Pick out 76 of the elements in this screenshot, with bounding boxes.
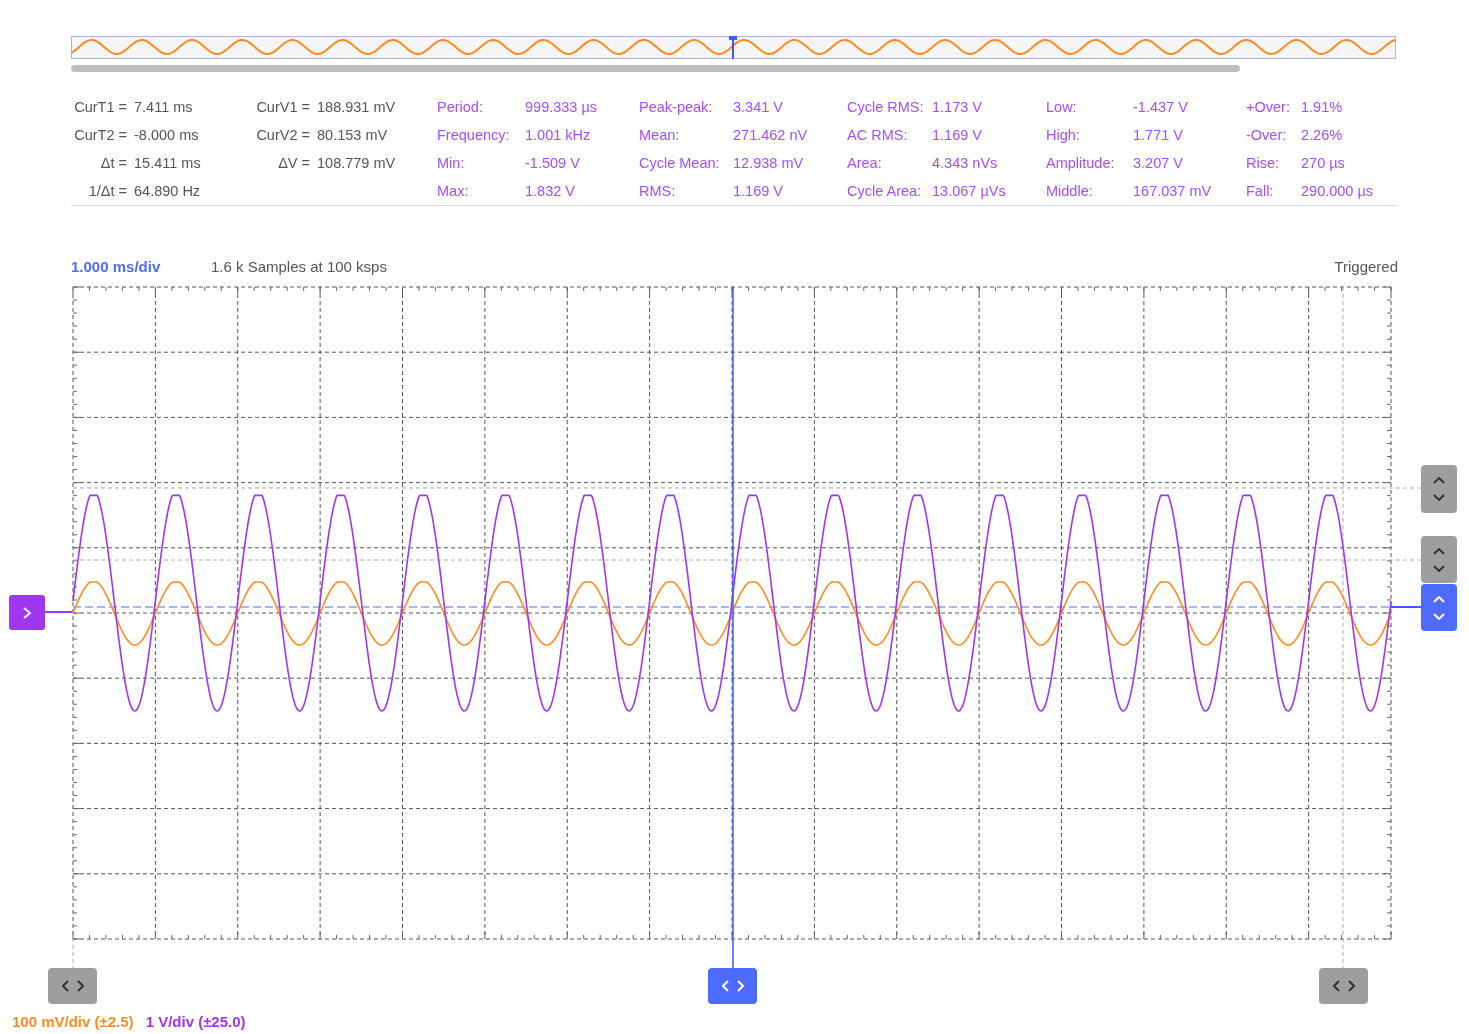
measurement-value: 2.26% (1301, 126, 1343, 145)
readout-label: ΔV = (277, 154, 310, 173)
measurement-value: 999.333 µs (525, 98, 598, 117)
readout-value: 188.931 mV (317, 98, 396, 117)
measurement-value: 1.001 kHz (525, 126, 591, 145)
up-down-arrows-icon (1433, 477, 1445, 501)
readout-value: 15.411 ms (134, 154, 201, 173)
measurement-label: Period: (437, 98, 484, 117)
channel-scale-label[interactable]: 1 V/div (±25.0) (145, 1011, 246, 1034)
measurement-label: -Over: (1246, 126, 1288, 145)
measurement-value: 167.037 mV (1133, 182, 1212, 201)
measurement-label: RMS: (639, 182, 677, 201)
measurement-value: 271.462 nV (733, 126, 808, 145)
measurement-label: Rise: (1246, 154, 1281, 173)
measurement-label: Cycle Area: (847, 182, 923, 201)
readout-label: CurT2 = (73, 126, 127, 145)
measurement-label: Middle: (1046, 182, 1094, 201)
offset-handle[interactable] (1421, 584, 1457, 631)
readout-value: 7.411 ms (134, 98, 193, 117)
measurement-value: 3.207 V (1133, 154, 1183, 173)
measurement-value: 12.938 mV (733, 154, 804, 173)
measurement-label: Fall: (1246, 182, 1275, 201)
trigger-status: Triggered (1334, 256, 1398, 277)
up-down-arrows-icon (1433, 547, 1445, 572)
channel-scale-label[interactable]: 100 mV/div (±2.5) (12, 1011, 134, 1034)
channel-offset-handle[interactable] (9, 595, 45, 630)
measurement-value: 1.169 V (733, 182, 783, 201)
measurement-value: -1.509 V (525, 154, 580, 173)
scrollbar[interactable] (71, 65, 1240, 72)
measurement-value: 290.000 µs (1301, 182, 1374, 201)
overview-waveform[interactable] (71, 36, 1396, 59)
measurement-value: 13.067 µVs (932, 182, 1006, 201)
readout-value: -8.000 ms (134, 126, 199, 145)
readout-value: 64.890 Hz (134, 182, 201, 201)
readout-label: CurT1 = (73, 98, 127, 117)
readout-label: CurV1 = (255, 98, 310, 117)
measurement-value: -1.437 V (1133, 98, 1188, 117)
measurement-label: +Over: (1246, 98, 1291, 117)
measurement-value: 1.91% (1301, 98, 1343, 117)
offset-handle[interactable] (1421, 465, 1457, 513)
readout-label: Δt = (99, 154, 127, 173)
cursor-handle[interactable] (1319, 968, 1368, 1004)
measurement-label: Amplitude: (1046, 154, 1116, 173)
measurement-label: Mean: (639, 126, 681, 145)
cursor-handle[interactable] (708, 968, 757, 1004)
measurement-label: High: (1046, 126, 1081, 145)
measurement-value: 270 µs (1301, 154, 1345, 173)
readout-value: 80.153 mV (317, 126, 388, 145)
sample-info: 1.6 k Samples at 100 ksps (211, 256, 387, 277)
readout-label: 1/Δt = (87, 182, 127, 201)
timebase-label[interactable]: 1.000 ms/div (71, 255, 211, 279)
measurement-value: 1.173 V (932, 98, 982, 117)
measurement-value: 1.832 V (525, 182, 575, 201)
left-right-arrows-icon (721, 980, 744, 992)
offset-handle[interactable] (1421, 536, 1457, 583)
readout-value: 108.779 mV (317, 154, 396, 173)
left-right-arrows-icon (61, 980, 84, 992)
measurement-value: 1.771 V (1133, 126, 1183, 145)
up-down-arrows-icon (1433, 595, 1445, 620)
measurement-label: Max: (437, 182, 470, 201)
measurement-label: Min: (437, 154, 466, 173)
measurement-label: Peak-peak: (639, 98, 714, 117)
cursor-handle[interactable] (48, 968, 97, 1004)
channel-offset-line (44, 611, 74, 613)
measurement-label: Frequency: (437, 126, 511, 145)
chevron-right-icon (23, 606, 31, 619)
measurement-label: AC RMS: (847, 126, 909, 145)
measurement-value: 4.343 nVs (932, 154, 998, 173)
measurement-value: 1.169 V (932, 126, 982, 145)
measurement-label: Low: (1046, 98, 1078, 117)
left-right-arrows-icon (1332, 980, 1355, 992)
measurement-label: Cycle Mean: (639, 154, 721, 173)
measurement-label: Cycle RMS: (847, 98, 925, 117)
measurement-label: Area: (847, 154, 883, 173)
measurement-value: 3.341 V (733, 98, 783, 117)
readout-label: CurV2 = (255, 126, 310, 145)
